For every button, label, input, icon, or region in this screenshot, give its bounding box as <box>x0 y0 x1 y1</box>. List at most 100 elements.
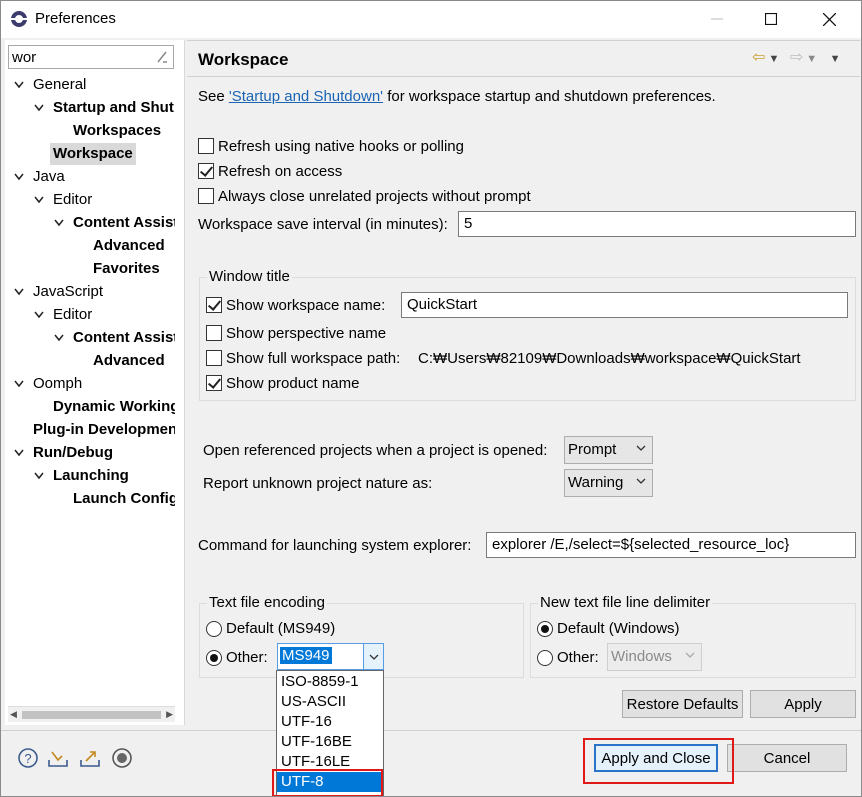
bottom-divider <box>0 730 862 731</box>
export-icon[interactable] <box>78 746 102 770</box>
forward-menu-icon[interactable]: ▼ <box>803 53 817 65</box>
utf8-highlight-box <box>272 769 383 797</box>
restore-defaults-button[interactable]: Restore Defaults <box>622 690 743 718</box>
chevron-down-icon <box>636 478 646 484</box>
maximize-icon <box>765 13 777 25</box>
minimize-button[interactable] <box>694 0 740 38</box>
encoding-combo[interactable]: MS949 <box>277 643 384 670</box>
expand-toggle-icon[interactable] <box>54 212 64 234</box>
encoding-combo-arrow[interactable] <box>363 644 383 669</box>
other-delimiter-radio[interactable] <box>537 650 553 666</box>
tree-node[interactable]: Editor <box>53 304 92 326</box>
show-workspace-name-label: Show workspace name: <box>226 297 386 314</box>
forward-arrow-icon[interactable]: ⇨ <box>790 49 803 66</box>
default-encoding-label: Default (MS949) <box>226 620 336 637</box>
expand-toggle-icon[interactable] <box>14 281 24 303</box>
expand-toggle-icon[interactable] <box>34 304 44 326</box>
other-encoding-label: Other: <box>226 649 268 666</box>
maximize-button[interactable] <box>748 0 794 38</box>
other-delimiter-label: Other: <box>557 649 599 666</box>
expand-toggle-icon[interactable] <box>34 189 44 211</box>
expand-toggle-icon[interactable] <box>34 465 44 487</box>
report-nature-combo[interactable]: Warning <box>564 469 653 497</box>
page-title: Workspace <box>198 50 289 69</box>
expand-toggle-icon[interactable] <box>14 166 24 188</box>
record-icon[interactable] <box>110 746 134 770</box>
encoding-option[interactable]: UTF-16 <box>277 712 383 732</box>
svg-text:?: ? <box>24 751 31 766</box>
close-window-button[interactable] <box>806 0 852 38</box>
scroll-left-icon[interactable]: ◀ <box>10 709 17 720</box>
filter-input[interactable]: wor <box>8 45 174 69</box>
tree-node[interactable]: Java <box>33 166 65 188</box>
tree-node[interactable]: Oomph <box>33 373 82 395</box>
tree-node[interactable]: Workspace <box>50 143 136 165</box>
open-referenced-combo[interactable]: Prompt <box>564 436 653 464</box>
workspace-name-input[interactable]: QuickStart <box>401 292 848 318</box>
tree-node[interactable]: Dynamic Working <box>53 396 175 418</box>
always-close-checkbox[interactable] <box>198 188 214 204</box>
view-menu-icon[interactable]: ▼ <box>830 53 841 65</box>
expand-toggle-icon[interactable] <box>14 442 24 464</box>
refresh-access-checkbox[interactable] <box>198 163 214 179</box>
tree-node[interactable]: Startup and Shut <box>53 97 174 119</box>
tree-node[interactable]: Launching <box>53 465 129 487</box>
encoding-combo-value: MS949 <box>280 647 332 664</box>
encoding-option[interactable]: US-ASCII <box>277 692 383 712</box>
tree-horizontal-scrollbar[interactable]: ◀ ▶ <box>8 706 175 722</box>
tree-node[interactable]: General <box>33 74 86 96</box>
help-icon[interactable]: ? <box>16 746 40 770</box>
page-navigation: ⇦ ▼ ⇨ ▼ ▼ <box>752 47 841 67</box>
see-prefix: See <box>198 88 229 105</box>
default-delimiter-radio[interactable] <box>537 621 553 637</box>
tree-node[interactable]: Launch Config <box>73 488 175 510</box>
scroll-right-icon[interactable]: ▶ <box>166 709 173 720</box>
show-perspective-checkbox[interactable] <box>206 325 222 341</box>
cancel-button[interactable]: Cancel <box>727 744 847 772</box>
startup-reference-text: See 'Startup and Shutdown' for workspace… <box>198 88 716 105</box>
show-product-checkbox[interactable] <box>206 375 222 391</box>
tree-node[interactable]: Content Assist <box>73 327 175 349</box>
startup-shutdown-link[interactable]: 'Startup and Shutdown' <box>229 88 383 105</box>
tree-node[interactable]: Advanced <box>93 235 165 257</box>
expand-toggle-icon[interactable] <box>14 74 24 96</box>
tree-node[interactable]: Workspaces <box>73 120 161 142</box>
back-menu-icon[interactable]: ▼ <box>765 53 779 65</box>
explorer-command-input[interactable]: explorer /E,/select=${selected_resource_… <box>486 532 856 558</box>
other-encoding-radio[interactable] <box>206 650 222 666</box>
report-nature-value: Warning <box>568 474 624 491</box>
import-icon[interactable] <box>46 746 70 770</box>
show-workspace-name-checkbox[interactable] <box>206 297 222 313</box>
expand-toggle-icon[interactable] <box>54 327 64 349</box>
close-icon <box>822 12 836 26</box>
tree-node[interactable]: Favorites <box>93 258 160 280</box>
clear-filter-icon[interactable] <box>155 49 169 65</box>
encoding-option[interactable]: UTF-16BE <box>277 732 383 752</box>
tree-node[interactable]: Advanced <box>93 350 165 372</box>
always-close-label: Always close unrelated projects without … <box>218 188 531 205</box>
back-arrow-icon[interactable]: ⇦ <box>752 49 765 66</box>
expand-toggle-icon[interactable] <box>14 373 24 395</box>
encoding-option[interactable]: ISO-8859-1 <box>277 672 383 692</box>
tree-node[interactable]: JavaScript <box>33 281 103 303</box>
expand-toggle-icon[interactable] <box>34 97 44 119</box>
eclipse-app-icon <box>11 11 27 27</box>
show-full-path-label: Show full workspace path: <box>226 350 401 367</box>
text-encoding-group-label: Text file encoding <box>207 594 327 611</box>
tree-node[interactable]: Run/Debug <box>33 442 113 464</box>
scrollbar-thumb[interactable] <box>22 711 161 719</box>
preference-tree: General Startup and Shut Workspaces Workspa… <box>8 74 175 724</box>
apply-button[interactable]: Apply <box>750 690 856 718</box>
title-bar: Preferences <box>0 0 862 38</box>
show-full-path-checkbox[interactable] <box>206 350 222 366</box>
open-referenced-value: Prompt <box>568 441 617 458</box>
refresh-access-label: Refresh on access <box>218 163 343 180</box>
tree-node[interactable]: Content Assist <box>73 212 175 234</box>
refresh-native-checkbox[interactable] <box>198 138 214 154</box>
default-encoding-radio[interactable] <box>206 621 222 637</box>
tree-node[interactable]: Editor <box>53 189 92 211</box>
save-interval-input[interactable]: 5 <box>458 211 856 237</box>
delimiter-combo[interactable]: Windows <box>607 643 702 671</box>
tree-node[interactable]: Plug-in Developmen <box>33 419 175 441</box>
apply-close-highlight-box <box>583 738 734 784</box>
